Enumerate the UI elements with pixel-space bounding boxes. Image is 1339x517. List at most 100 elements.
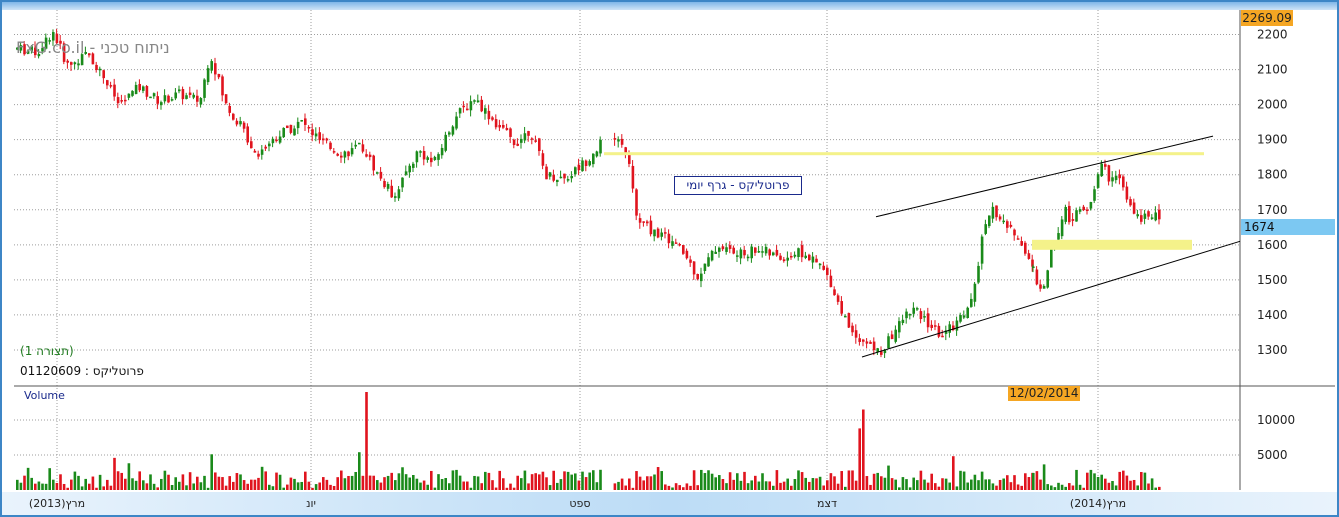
volume-bar xyxy=(1068,483,1071,490)
candle-body xyxy=(1068,205,1071,223)
candle-body xyxy=(890,334,894,340)
volume-bar xyxy=(318,482,321,490)
volume-bar xyxy=(1136,485,1139,490)
candle-body xyxy=(905,311,908,319)
volume-bar xyxy=(494,487,498,490)
candle-body xyxy=(966,307,969,319)
volume-bar xyxy=(530,474,534,490)
candle-body xyxy=(282,127,285,138)
volume-bar xyxy=(919,470,923,490)
candle-body xyxy=(556,179,559,182)
volume-bar xyxy=(941,478,944,490)
candle-body xyxy=(138,83,141,91)
volume-bar xyxy=(113,457,116,490)
candle-body xyxy=(448,132,451,135)
candle-body xyxy=(613,138,617,140)
candle-body xyxy=(1132,202,1136,214)
x-tick-label: ספט xyxy=(569,497,590,510)
volume-bar xyxy=(844,486,847,490)
candle-body xyxy=(408,165,411,173)
candle-body xyxy=(1016,238,1020,240)
candle-body xyxy=(455,116,458,129)
volume-bar xyxy=(592,470,595,490)
candle-body xyxy=(682,245,685,254)
candle-body xyxy=(1107,165,1111,182)
volume-bar xyxy=(109,485,113,490)
candle-body xyxy=(253,150,257,153)
volume-bar xyxy=(77,475,80,490)
volume-bar xyxy=(764,481,768,490)
volume-bar xyxy=(617,481,620,490)
candle-body xyxy=(77,63,80,66)
candle-body xyxy=(163,95,167,102)
volume-bar xyxy=(689,485,692,490)
volume-bar xyxy=(383,477,386,490)
volume-bar xyxy=(1046,484,1049,490)
volume-bar xyxy=(415,478,419,490)
candle-body xyxy=(984,224,987,234)
candle-body xyxy=(836,295,840,302)
candle-body xyxy=(919,311,923,320)
volume-bar xyxy=(102,486,105,490)
volume-bar xyxy=(217,476,221,490)
candle-body xyxy=(1114,175,1118,181)
candle-body xyxy=(70,62,73,65)
volume-bar xyxy=(692,470,696,490)
candle-body xyxy=(217,73,221,78)
volume-bar xyxy=(412,475,415,490)
volume-bar xyxy=(970,479,973,490)
volume-bar xyxy=(588,472,591,490)
candle-body xyxy=(786,257,789,261)
volume-bar xyxy=(448,483,451,490)
candle-body xyxy=(286,125,289,129)
candle-body xyxy=(426,157,429,160)
candle-body xyxy=(671,241,674,246)
candle-body xyxy=(376,172,379,174)
volume-bar xyxy=(174,477,177,490)
candle-body xyxy=(923,316,926,318)
candle-body xyxy=(858,338,861,342)
candle-body xyxy=(808,254,811,261)
candle-body xyxy=(757,251,761,253)
candle-body xyxy=(390,185,393,198)
candle-body xyxy=(628,154,631,164)
candle-body xyxy=(1050,248,1053,268)
volume-bar xyxy=(260,466,264,490)
candle-body xyxy=(962,315,966,318)
candle-body xyxy=(214,63,217,75)
candle-body xyxy=(811,256,815,263)
candle-body xyxy=(300,120,303,122)
candle-body xyxy=(412,163,415,168)
candle-body xyxy=(577,164,581,171)
volume-bar xyxy=(1016,484,1020,490)
volume-bar xyxy=(541,471,545,490)
volume-bar xyxy=(624,485,627,490)
volume-bar xyxy=(484,471,487,490)
volume-bar xyxy=(394,480,397,490)
candle-body xyxy=(862,339,865,342)
candle-body xyxy=(232,113,235,120)
volume-bar xyxy=(685,483,689,490)
volume-bar xyxy=(124,478,127,490)
volume-bar xyxy=(1042,464,1046,490)
candle-body xyxy=(1111,177,1114,182)
candle-body xyxy=(991,206,995,219)
volume-bar xyxy=(347,475,350,490)
date-tag: 12/02/2014 xyxy=(1008,386,1080,401)
candle-body xyxy=(239,121,242,125)
candle-body xyxy=(674,242,678,244)
volume-bar xyxy=(934,483,937,490)
candle-body xyxy=(361,144,365,152)
candle-body xyxy=(505,127,509,131)
candle-body xyxy=(955,320,959,331)
volume-bar xyxy=(962,471,966,490)
volume-bar xyxy=(534,473,537,490)
volume-bar xyxy=(948,482,951,490)
candle-body xyxy=(772,252,775,256)
volume-bar xyxy=(1154,487,1157,490)
candle-body xyxy=(124,99,127,102)
volume-bar xyxy=(869,484,872,490)
candle-body xyxy=(404,171,408,175)
candle-body xyxy=(314,133,318,137)
candle-body xyxy=(386,184,390,189)
